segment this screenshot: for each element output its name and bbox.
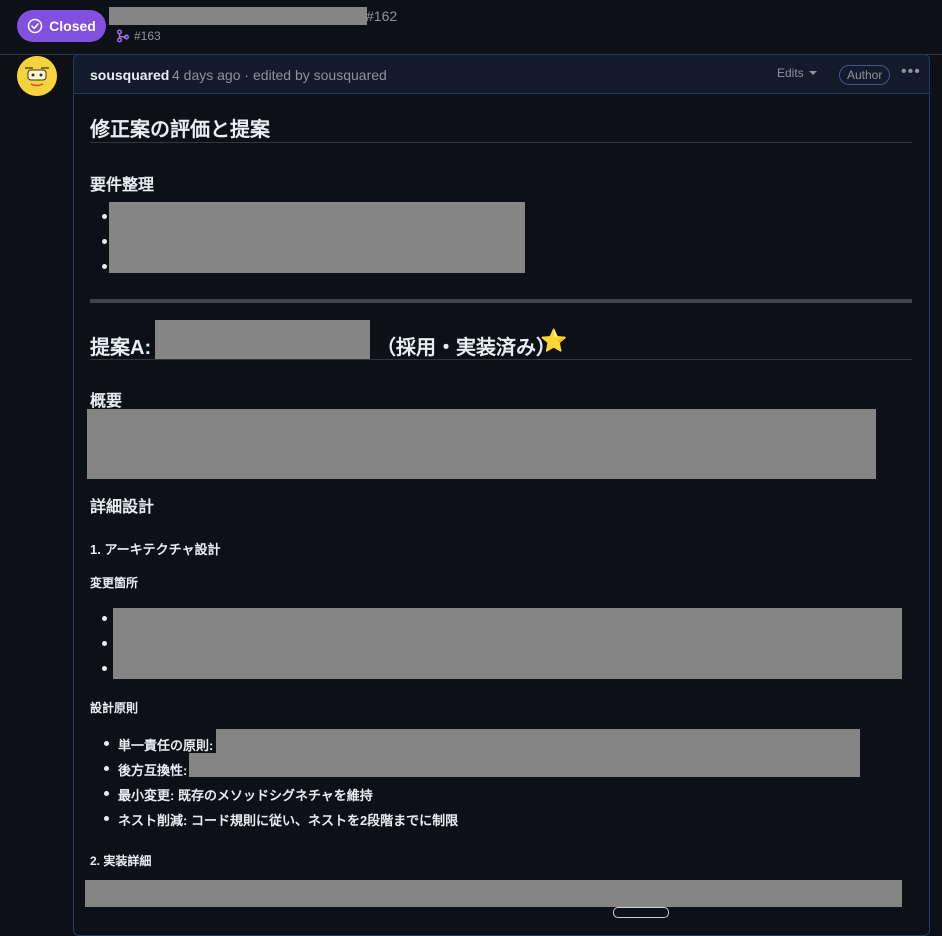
pull-request-icon xyxy=(117,29,129,43)
issue-header: Closed #162 #163 xyxy=(0,0,942,55)
list-bullet xyxy=(102,214,107,219)
scroll-handle[interactable] xyxy=(613,907,669,918)
redacted-requirements xyxy=(109,202,525,273)
heading-detail-design: 詳細設計 xyxy=(90,499,155,516)
linked-pr-number: #163 xyxy=(134,29,161,43)
list-bullet xyxy=(102,666,107,671)
heading-evaluation: 修正案の評価と提案 xyxy=(90,119,270,141)
heading-requirements: 要件整理 xyxy=(90,177,155,194)
principle-item: 後方互換性: xyxy=(118,763,188,778)
redacted-changes xyxy=(113,608,902,679)
edits-dropdown[interactable]: Edits xyxy=(777,66,817,80)
linked-pr-link[interactable]: #163 xyxy=(116,29,161,43)
comment-box: sousquared 4 days ago · edited by sousqu… xyxy=(73,54,930,936)
comment-header: sousquared 4 days ago · edited by sousqu… xyxy=(74,55,929,94)
author-badge: Author xyxy=(839,65,891,85)
heading-architecture: 1. アーキテクチャ設計 xyxy=(90,542,221,557)
list-bullet xyxy=(102,641,107,646)
heading-proposal-a-prefix: 提案A: xyxy=(90,337,152,359)
principle-item: ネスト削減: コード規則に従い、ネストを2段階までに制限 xyxy=(118,813,459,828)
heading-proposal-a-suffix: （採用・実装済み） xyxy=(376,337,556,359)
list-bullet xyxy=(104,741,109,746)
heading-rule xyxy=(90,359,912,360)
heading-implementation: 2. 実装詳細 xyxy=(90,854,152,868)
redacted-principle-1 xyxy=(216,729,860,753)
redacted-implementation xyxy=(85,880,902,907)
list-bullet xyxy=(102,239,107,244)
star-icon: ⭐ xyxy=(540,328,568,353)
heading-principles: 設計原則 xyxy=(90,701,139,715)
list-bullet xyxy=(104,816,109,821)
issue-number: #162 xyxy=(366,8,398,24)
redacted-proposal-title xyxy=(155,320,370,360)
avatar[interactable] xyxy=(17,56,57,96)
redacted-principle-2 xyxy=(189,753,860,777)
heading-overview: 概要 xyxy=(90,393,123,410)
avatar-icon xyxy=(17,56,57,96)
list-bullet xyxy=(104,791,109,796)
heading-rule xyxy=(90,142,912,143)
list-bullet xyxy=(102,264,107,269)
principle-item: 単一責任の原則: xyxy=(118,738,214,753)
principle-item: 最小変更: 既存のメソッドシグネチャを維持 xyxy=(118,788,373,803)
list-bullet xyxy=(102,616,107,621)
comment-meta[interactable]: 4 days ago · edited by sousquared xyxy=(172,67,387,83)
redacted-issue-title xyxy=(109,7,367,25)
kebab-horizontal-icon[interactable]: ••• xyxy=(901,63,921,81)
author-link[interactable]: sousquared xyxy=(90,67,169,83)
check-circle-icon xyxy=(27,18,43,34)
list-bullet xyxy=(104,766,109,771)
status-label: Closed xyxy=(49,18,96,34)
triangle-down-icon xyxy=(808,71,817,75)
horizontal-rule xyxy=(90,299,912,303)
edits-label: Edits xyxy=(777,66,804,80)
redacted-overview xyxy=(87,409,876,479)
status-badge: Closed xyxy=(17,10,106,42)
heading-changes: 変更箇所 xyxy=(90,576,139,590)
